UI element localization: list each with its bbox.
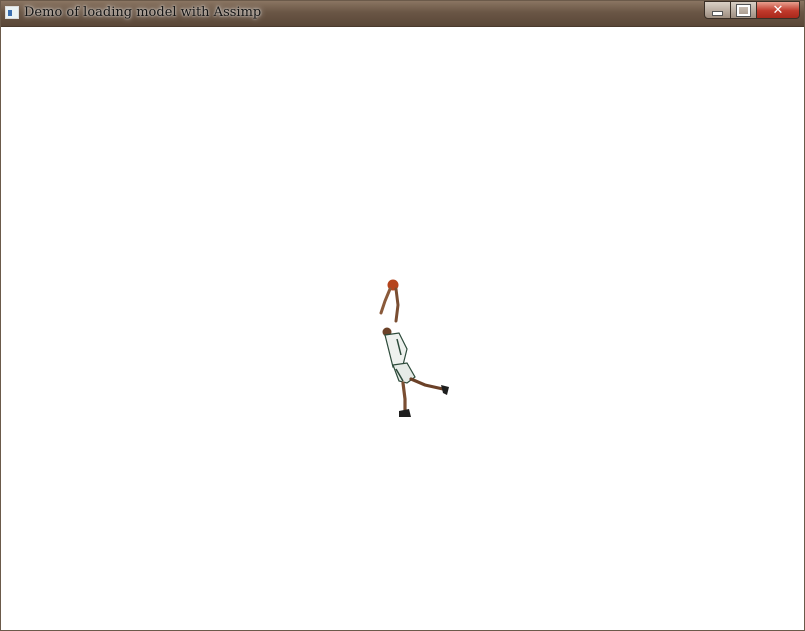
app-window: Demo of loading model with Assimp ✕: [0, 0, 805, 631]
close-button[interactable]: ✕: [757, 1, 800, 19]
basketball-player-model: [379, 279, 449, 417]
close-icon: ✕: [772, 2, 784, 18]
minimize-button[interactable]: [704, 1, 731, 19]
render-viewport[interactable]: [1, 27, 804, 630]
maximize-icon: [737, 4, 750, 16]
title-bar[interactable]: Demo of loading model with Assimp ✕: [1, 1, 804, 27]
jersey: [384, 332, 408, 368]
back-leg: [409, 377, 445, 391]
window-title: Demo of loading model with Assimp: [24, 5, 262, 20]
app-icon[interactable]: [5, 6, 19, 19]
left-arm: [379, 287, 392, 315]
front-shoe: [399, 409, 411, 417]
maximize-button[interactable]: [731, 1, 757, 19]
caption-buttons: ✕: [704, 1, 800, 20]
right-arm: [394, 287, 400, 323]
minimize-icon: [712, 10, 723, 16]
front-leg: [401, 381, 407, 413]
